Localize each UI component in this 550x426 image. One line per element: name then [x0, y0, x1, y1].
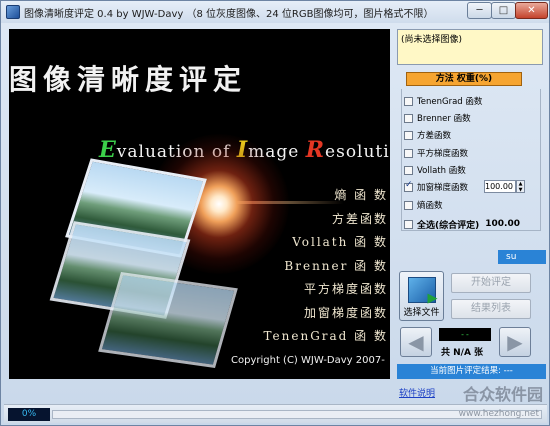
watermark-url: www.hezhong.net: [458, 409, 539, 419]
banner-word-resolution: esolutio: [325, 142, 390, 162]
method-label: 熵函数: [417, 201, 443, 211]
watermark-text: 合众软件园: [462, 385, 543, 404]
app-icon: [6, 5, 20, 19]
method-checkbox-entropy[interactable]: 熵函数: [404, 198, 443, 212]
method-checkbox-variance[interactable]: 方差函数: [404, 128, 451, 142]
method-label: TenenGrad 函数: [417, 97, 483, 107]
minimize-button[interactable]: ─: [467, 2, 492, 19]
method-checkbox-brenner[interactable]: Brenner 函数: [404, 111, 471, 125]
image-counter-display: --: [439, 328, 491, 341]
next-image-button[interactable]: ▶: [499, 327, 531, 357]
method-header: 方法 权重(%): [406, 72, 522, 86]
app-window: 图像清晰度评定 0.4 by WJW-Davy （8 位灰度图像、24 位RGB…: [0, 0, 550, 426]
banner-method: 方差函数: [331, 211, 388, 226]
method-label: 加窗梯度函数: [417, 183, 469, 193]
checkbox-checked[interactable]: [404, 180, 413, 192]
select-all-label: 全选(综合评定): [417, 220, 480, 231]
method-checkbox-square-gradient[interactable]: 平方梯度函数: [404, 146, 468, 160]
checkbox[interactable]: [404, 148, 413, 158]
checkbox[interactable]: [404, 219, 413, 229]
method-label: Vollath 函数: [417, 166, 466, 176]
banner-method: Vollath 函 数: [292, 235, 388, 249]
checkbox[interactable]: [404, 96, 413, 106]
image-canvas: 图像清晰度评定 Evaluation of Image Resolutio 熵 …: [9, 29, 390, 379]
score-bar: su: [498, 250, 546, 264]
weight-spinner[interactable]: ▲ ▼: [516, 180, 525, 193]
banner-title-cn: 图像清晰度评定: [9, 63, 248, 96]
copyright-text: Copyright (C) WJW-Davy 2007-: [231, 355, 385, 366]
method-label: 方差函数: [417, 131, 452, 141]
select-all-checkbox[interactable]: 全选(综合评定) 100.00: [404, 217, 520, 231]
select-file-button[interactable]: 选择文件: [399, 271, 444, 321]
start-evaluation-button[interactable]: 开始评定: [451, 273, 531, 293]
banner-cap-e: E: [99, 137, 117, 163]
select-file-label: 选择文件: [403, 308, 440, 318]
checkbox[interactable]: [404, 200, 413, 210]
checkbox[interactable]: [404, 165, 413, 175]
result-bar: 当前图片评定结果: ---: [397, 364, 546, 379]
select-all-score: 100.00: [485, 219, 520, 229]
window-title: 图像清晰度评定 0.4 by WJW-Davy （8 位灰度图像、24 位RGB…: [24, 8, 434, 20]
title-bar: 图像清晰度评定 0.4 by WJW-Davy （8 位灰度图像、24 位RGB…: [1, 1, 549, 23]
method-label: Brenner 函数: [417, 114, 471, 124]
image-count-text: 共 N/A 张: [441, 348, 484, 358]
software-help-link[interactable]: 软件说明: [399, 386, 435, 399]
method-label: 平方梯度函数: [417, 149, 469, 159]
method-checkbox-vollath[interactable]: Vollath 函数: [404, 163, 466, 177]
selected-file-box: (尚未选择图像): [397, 29, 543, 65]
banner-method: TenenGrad 函 数: [263, 329, 388, 343]
banner-cap-r: R: [305, 137, 326, 163]
result-list-button[interactable]: 结果列表: [451, 299, 531, 319]
banner-method: 平方梯度函数: [303, 282, 388, 296]
banner-method: 熵 函 数: [334, 188, 388, 202]
banner-method-list: 熵 函 数 方差函数 Vollath 函 数 Brenner 函 数 平方梯度函…: [258, 184, 388, 349]
previous-image-button[interactable]: ◀: [400, 327, 432, 357]
method-panel: 方法 权重(%) TenenGrad 函数 Brenner 函数 方差函数 平方…: [398, 67, 543, 235]
checkbox[interactable]: [404, 130, 413, 140]
method-checkbox-tenengrad[interactable]: TenenGrad 函数: [404, 94, 482, 108]
weight-input[interactable]: 100.00: [484, 180, 516, 193]
checkbox[interactable]: [404, 113, 413, 123]
method-checkbox-window-gradient[interactable]: 加窗梯度函数: [404, 180, 468, 194]
banner-method: 加窗梯度函数: [303, 305, 388, 320]
landscape-photo: [98, 271, 238, 369]
progress-label: 0%: [8, 408, 50, 421]
close-button[interactable]: ✕: [515, 2, 548, 19]
banner-method: Brenner 函 数: [284, 258, 388, 273]
open-file-icon: [407, 277, 438, 306]
maximize-button[interactable]: □: [491, 2, 516, 19]
